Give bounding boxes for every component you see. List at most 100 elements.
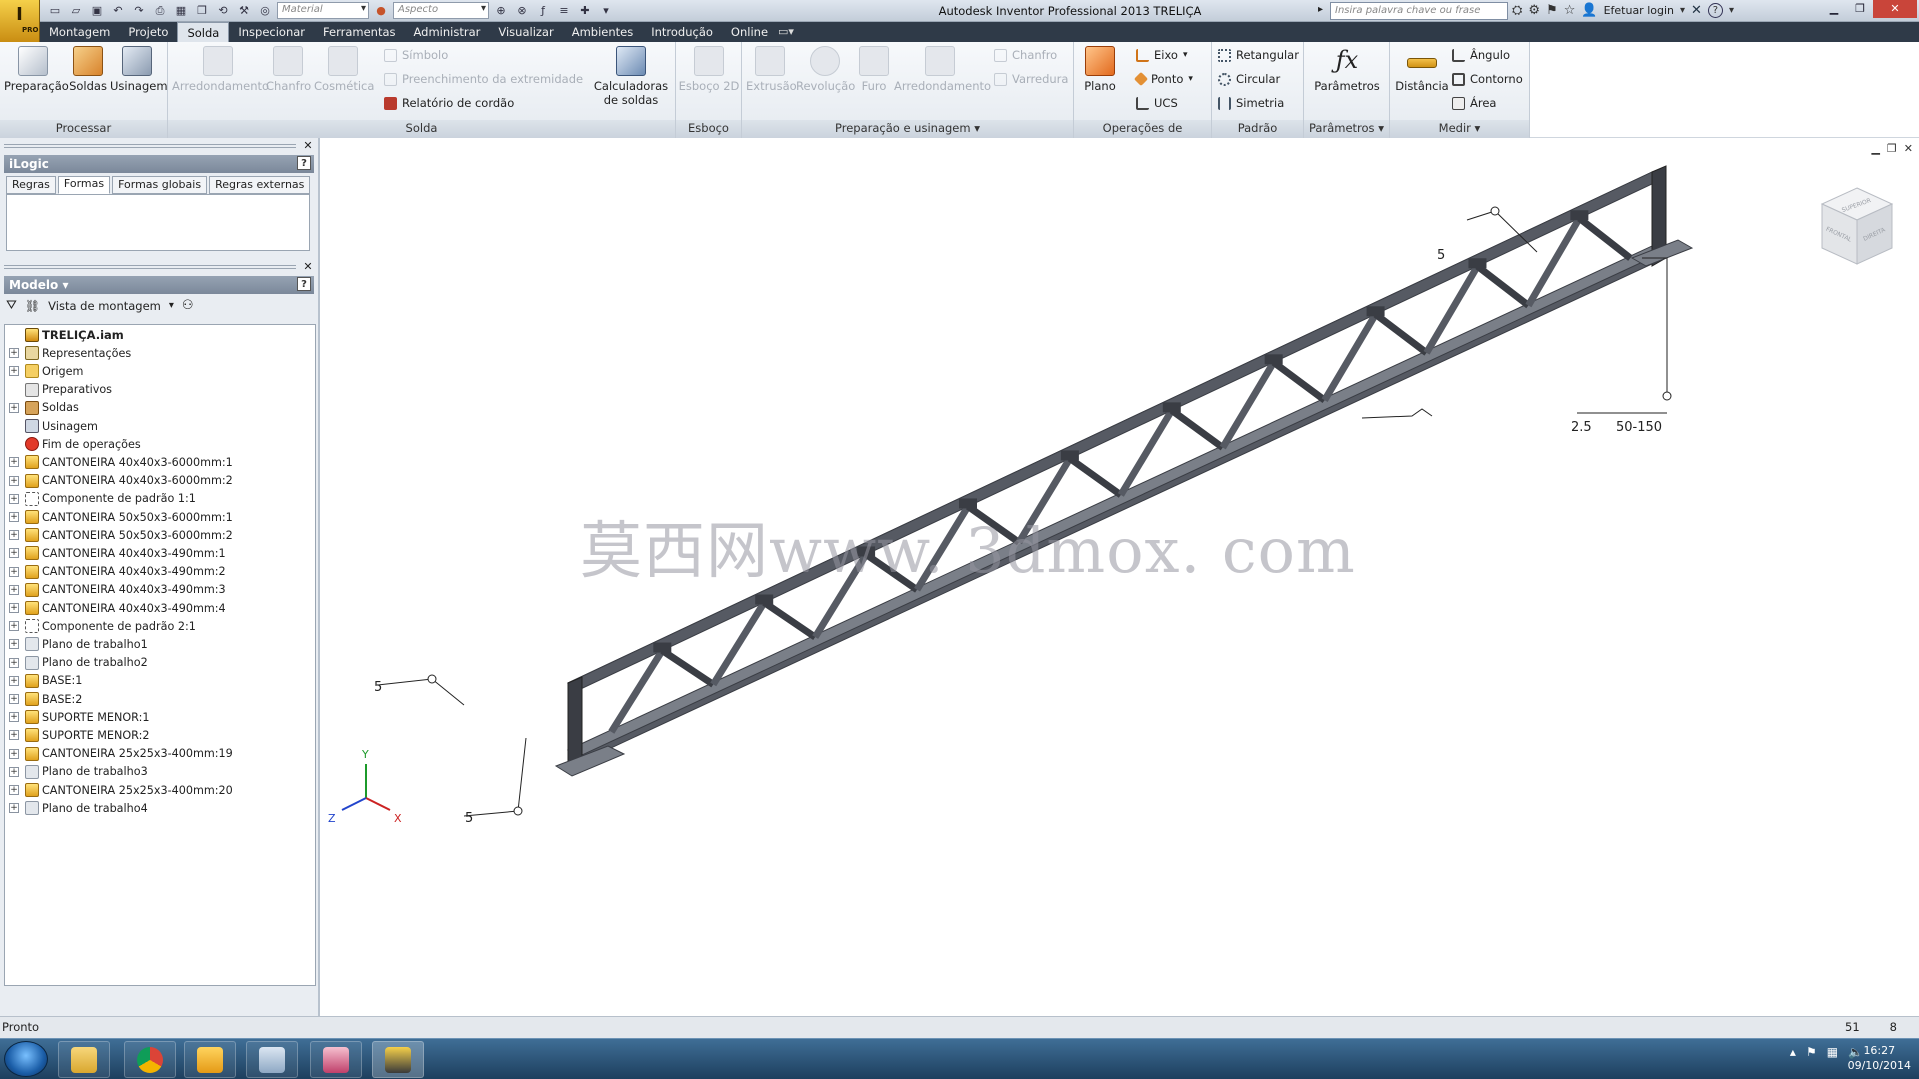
- chanfro2-button[interactable]: Chanfro: [994, 48, 1057, 62]
- chanfro-button[interactable]: Chanfro: [266, 46, 311, 93]
- tree-node[interactable]: Usinagem: [5, 417, 98, 435]
- tree-node[interactable]: + Componente de padrão 1:1: [5, 490, 196, 508]
- expand-icon[interactable]: +: [9, 766, 19, 777]
- return-icon[interactable]: ⟲: [214, 2, 232, 19]
- tree-node[interactable]: + CANTONEIRA 40x40x3-490mm:3: [5, 581, 226, 599]
- maximize-icon[interactable]: ❐: [1847, 0, 1873, 18]
- inventor-logo-button[interactable]: I PRO: [0, 0, 40, 42]
- favorites-star-icon[interactable]: ☆: [1564, 3, 1576, 18]
- ilogic-grip[interactable]: [4, 144, 296, 148]
- expand-icon[interactable]: +: [9, 584, 19, 595]
- tree-node[interactable]: + SUPORTE MENOR:1: [5, 708, 149, 726]
- expand-icon[interactable]: +: [9, 803, 19, 814]
- tree-node[interactable]: Preparativos: [5, 381, 112, 399]
- expand-icon[interactable]: +: [9, 712, 19, 723]
- tree-node[interactable]: + BASE:1: [5, 672, 82, 690]
- ilogic-tab-regras[interactable]: Regras: [6, 176, 56, 194]
- graphics-viewport[interactable]: ▁ ❐ ✕ 5 2.5 50-150 5 5 Y X Z 莫西网www. 3dmox. com: [322, 138, 1919, 1016]
- expand-icon[interactable]: +: [9, 493, 19, 504]
- taskbar-paint[interactable]: [310, 1041, 362, 1078]
- view-dropdown-icon[interactable]: ▾: [169, 300, 174, 311]
- ilogic-tab-formas-globais[interactable]: Formas globais: [112, 176, 208, 194]
- modelo-help-icon[interactable]: ?: [297, 277, 311, 291]
- circular-button[interactable]: Circular: [1218, 72, 1280, 86]
- preparacao-button[interactable]: Preparação: [4, 46, 69, 93]
- expand-icon[interactable]: +: [9, 675, 19, 686]
- ribbon-tab-ferramentas[interactable]: Ferramentas: [314, 22, 404, 42]
- subscription-icon[interactable]: ⚙: [1528, 3, 1540, 18]
- panel-title-preparacao[interactable]: Preparação e usinagem ▾: [742, 120, 1073, 138]
- expand-icon[interactable]: +: [9, 639, 19, 650]
- ucs-button[interactable]: UCS: [1136, 96, 1178, 110]
- expand-icon[interactable]: +: [9, 402, 19, 413]
- tree-node[interactable]: + CANTONEIRA 25x25x3-400mm:19: [5, 745, 233, 763]
- ilogic-help-icon[interactable]: ?: [297, 156, 311, 170]
- tree-node[interactable]: + CANTONEIRA 40x40x3-490mm:2: [5, 563, 226, 581]
- angulo-button[interactable]: Ângulo: [1452, 48, 1510, 62]
- parametros-button[interactable]: ƒx Parâmetros: [1308, 46, 1386, 93]
- tree-node[interactable]: + CANTONEIRA 40x40x3-6000mm:1: [5, 453, 233, 471]
- tree-node[interactable]: + Plano de trabalho1: [5, 635, 148, 653]
- expand-icon[interactable]: +: [9, 475, 19, 486]
- taskbar-calculator[interactable]: [246, 1041, 298, 1078]
- arredondamento2-button[interactable]: Arredondamento: [894, 46, 991, 93]
- new-file-icon[interactable]: ▭: [46, 2, 64, 19]
- tree-node[interactable]: + Plano de trabalho4: [5, 799, 148, 817]
- expand-icon[interactable]: +: [9, 657, 19, 668]
- ribbon-tab-solda[interactable]: Solda: [177, 22, 230, 42]
- distancia-button[interactable]: Distância: [1394, 46, 1450, 93]
- expand-icon[interactable]: +: [9, 457, 19, 468]
- login-dropdown-icon[interactable]: ▾: [1680, 5, 1685, 16]
- ribbon-tab-montagem[interactable]: Montagem: [40, 22, 119, 42]
- zoom-all-icon[interactable]: ⊗: [513, 2, 531, 19]
- start-button[interactable]: [4, 1041, 48, 1077]
- modelo-grip[interactable]: [4, 265, 296, 269]
- exchange-icon[interactable]: ✕: [1691, 3, 1702, 18]
- action-center-flag-icon[interactable]: ⚑: [1806, 1045, 1817, 1059]
- function-icon[interactable]: ƒ: [534, 2, 552, 19]
- varredura-button[interactable]: Varredura: [994, 72, 1068, 86]
- tree-node[interactable]: + Plano de trabalho3: [5, 763, 148, 781]
- assembly-view-selector[interactable]: Vista de montagem: [48, 299, 161, 313]
- qat-dropdown-icon[interactable]: ▾: [597, 2, 615, 19]
- expand-icon[interactable]: +: [9, 366, 19, 377]
- extrusao-button[interactable]: Extrusão: [746, 46, 797, 93]
- update-icon[interactable]: ⚒: [235, 2, 253, 19]
- tree-node[interactable]: + CANTONEIRA 40x40x3-490mm:4: [5, 599, 226, 617]
- communication-icon[interactable]: ⚑: [1546, 3, 1558, 18]
- filter-icon[interactable]: ⛛: [6, 298, 17, 313]
- ilogic-close-icon[interactable]: ✕: [302, 140, 314, 152]
- tree-node[interactable]: + CANTONEIRA 50x50x3-6000mm:1: [5, 508, 233, 526]
- select-icon[interactable]: ◎: [256, 2, 274, 19]
- user-icon[interactable]: 👤: [1581, 3, 1597, 18]
- search-input[interactable]: Insira palavra chave ou frase: [1330, 2, 1508, 20]
- zoom-icon[interactable]: ⊕: [492, 2, 510, 19]
- print-icon[interactable]: ⎙: [151, 2, 169, 19]
- search-arrow-icon[interactable]: ▸: [1318, 4, 1323, 15]
- modelo-panel-header[interactable]: Modelo ▾ ?: [4, 276, 314, 294]
- usinagem-button[interactable]: Usinagem: [110, 46, 168, 93]
- expand-icon[interactable]: +: [9, 348, 19, 359]
- ribbon-tab-ambientes[interactable]: Ambientes: [563, 22, 643, 42]
- ilogic-tab-regras-externas[interactable]: Regras externas: [209, 176, 311, 194]
- modelo-close-icon[interactable]: ✕: [302, 261, 314, 273]
- ribbon-toggle-icon[interactable]: ▭▾: [778, 25, 794, 38]
- expand-icon[interactable]: +: [9, 530, 19, 541]
- revolucao-button[interactable]: Revolução: [796, 46, 855, 93]
- simbolo-button[interactable]: Símbolo: [384, 48, 448, 62]
- tree-root-node[interactable]: TRELIÇA.iam: [5, 326, 124, 344]
- customize-icon[interactable]: ✚: [576, 2, 594, 19]
- tree-node[interactable]: + Componente de padrão 2:1: [5, 617, 196, 635]
- expand-icon[interactable]: +: [9, 566, 19, 577]
- relatorio-button[interactable]: Relatório de cordão: [384, 96, 514, 110]
- tree-node[interactable]: + BASE:2: [5, 690, 82, 708]
- save-icon[interactable]: ▣: [88, 2, 106, 19]
- arredondamento-button[interactable]: Arredondamento: [172, 46, 269, 93]
- tree-node[interactable]: + Plano de trabalho2: [5, 654, 148, 672]
- taskbar-chrome[interactable]: [124, 1041, 176, 1078]
- open-file-icon[interactable]: ▱: [67, 2, 85, 19]
- expand-icon[interactable]: +: [9, 621, 19, 632]
- taskbar-explorer[interactable]: [58, 1041, 110, 1078]
- ilogic-tab-formas[interactable]: Formas: [57, 176, 111, 194]
- furo-button[interactable]: Furo: [856, 46, 892, 93]
